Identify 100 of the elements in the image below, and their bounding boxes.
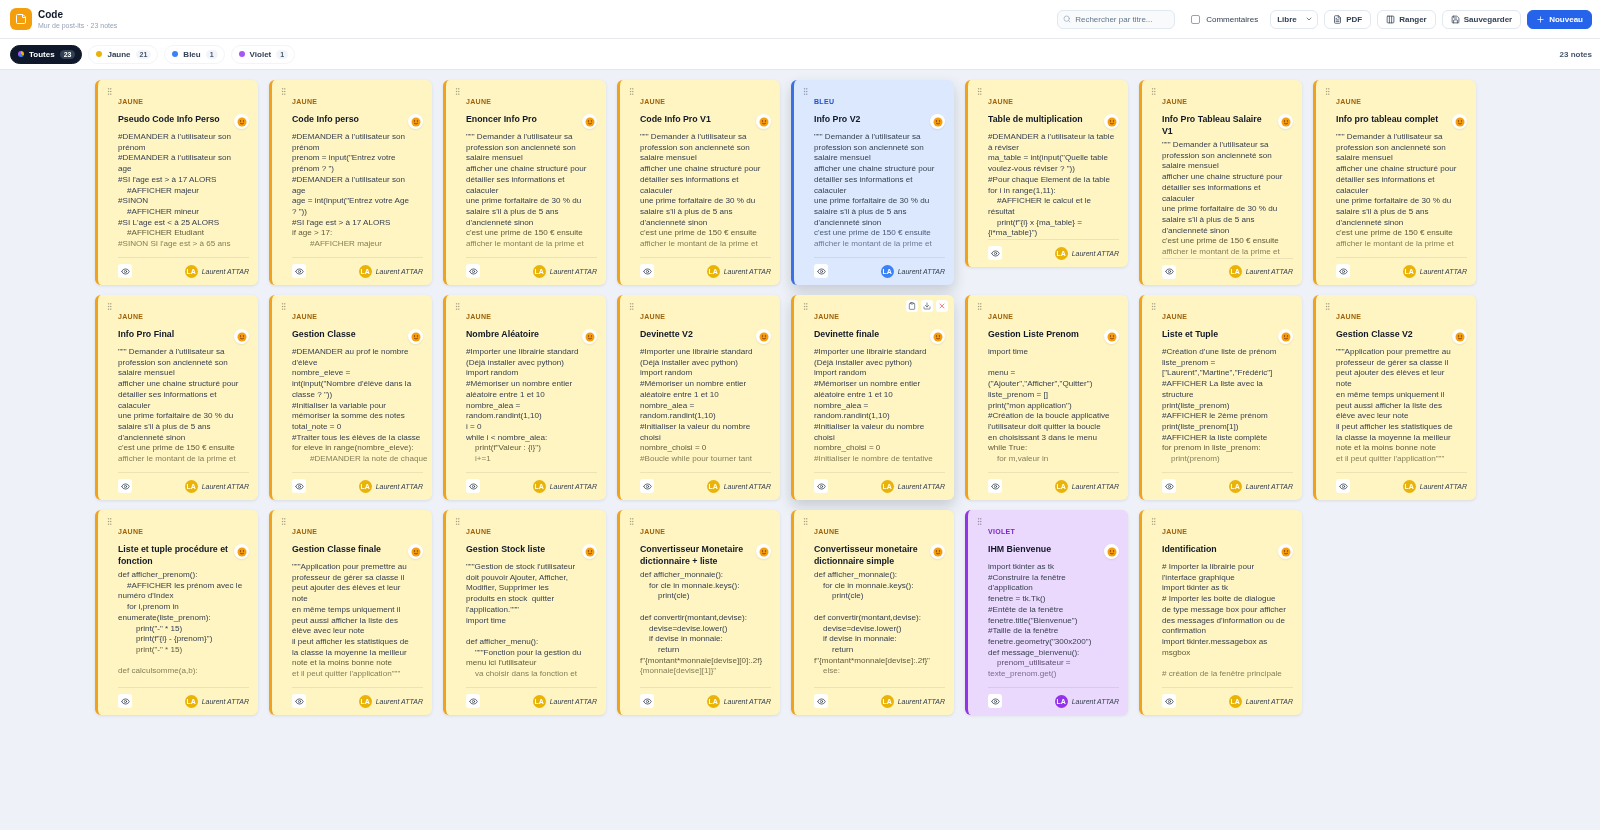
note-card[interactable] bbox=[791, 80, 954, 285]
view-button[interactable] bbox=[1162, 694, 1176, 708]
pdf-button[interactable]: PDF bbox=[1324, 9, 1372, 29]
download-button[interactable] bbox=[921, 300, 933, 312]
search-field[interactable]: Rechercher par titre... bbox=[1057, 9, 1176, 29]
save-button[interactable]: Sauvegarder bbox=[1441, 9, 1522, 29]
grip-icon[interactable] bbox=[975, 87, 984, 96]
reaction-button[interactable] bbox=[930, 329, 945, 344]
reaction-button[interactable] bbox=[234, 544, 249, 559]
grip-icon[interactable] bbox=[975, 302, 984, 311]
note-card[interactable] bbox=[1313, 80, 1476, 285]
new-button[interactable]: Nouveau bbox=[1527, 9, 1592, 29]
grip-icon[interactable] bbox=[105, 87, 114, 96]
grip-icon[interactable] bbox=[453, 302, 462, 311]
grip-icon[interactable] bbox=[1149, 302, 1158, 311]
view-button[interactable] bbox=[640, 264, 654, 278]
note-card[interactable] bbox=[269, 295, 432, 500]
grip-icon[interactable] bbox=[105, 302, 114, 311]
note-card[interactable] bbox=[791, 295, 954, 500]
note-card[interactable] bbox=[617, 80, 780, 285]
view-button[interactable] bbox=[118, 264, 132, 278]
reaction-button[interactable] bbox=[234, 114, 249, 129]
reaction-button[interactable] bbox=[582, 544, 597, 559]
note-card[interactable] bbox=[443, 510, 606, 715]
grip-icon[interactable] bbox=[627, 517, 636, 526]
reaction-button[interactable] bbox=[234, 329, 249, 344]
view-button[interactable] bbox=[814, 694, 828, 708]
grip-icon[interactable] bbox=[1323, 87, 1332, 96]
reaction-button[interactable] bbox=[1104, 544, 1119, 559]
grip-icon[interactable] bbox=[627, 302, 636, 311]
comments-checkbox[interactable] bbox=[1191, 14, 1201, 24]
note-card[interactable] bbox=[95, 295, 258, 500]
grip-icon[interactable] bbox=[1149, 87, 1158, 96]
note-card[interactable] bbox=[1139, 295, 1302, 500]
reaction-button[interactable] bbox=[756, 114, 771, 129]
reaction-button[interactable] bbox=[756, 544, 771, 559]
copy-button[interactable] bbox=[906, 300, 918, 312]
view-button[interactable] bbox=[292, 264, 306, 278]
note-card[interactable] bbox=[791, 510, 954, 715]
note-card[interactable] bbox=[617, 510, 780, 715]
reaction-button[interactable] bbox=[582, 114, 597, 129]
note-card[interactable] bbox=[95, 510, 258, 715]
view-button[interactable] bbox=[1162, 479, 1176, 493]
note-card[interactable] bbox=[443, 295, 606, 500]
grip-icon[interactable] bbox=[105, 517, 114, 526]
note-card[interactable] bbox=[617, 295, 780, 500]
view-button[interactable] bbox=[466, 264, 480, 278]
view-button[interactable] bbox=[640, 694, 654, 708]
reaction-button[interactable] bbox=[1104, 114, 1119, 129]
note-card[interactable] bbox=[1313, 295, 1476, 500]
view-button[interactable] bbox=[292, 694, 306, 708]
view-button[interactable] bbox=[466, 694, 480, 708]
grip-icon[interactable] bbox=[801, 302, 810, 311]
reaction-button[interactable] bbox=[930, 114, 945, 129]
layout-select[interactable]: Libre bbox=[1270, 9, 1319, 29]
reaction-button[interactable] bbox=[1452, 329, 1467, 344]
grip-icon[interactable] bbox=[279, 302, 288, 311]
reaction-button[interactable] bbox=[408, 329, 423, 344]
arrange-button[interactable]: Ranger bbox=[1377, 9, 1436, 29]
note-card[interactable] bbox=[965, 80, 1128, 268]
reaction-button[interactable] bbox=[1278, 114, 1293, 129]
reaction-button[interactable] bbox=[1452, 114, 1467, 129]
note-card[interactable] bbox=[965, 510, 1128, 715]
view-button[interactable] bbox=[640, 479, 654, 493]
view-button[interactable] bbox=[1336, 264, 1350, 278]
view-button[interactable] bbox=[814, 264, 828, 278]
note-card[interactable] bbox=[1139, 510, 1302, 715]
view-button[interactable] bbox=[814, 479, 828, 493]
note-card[interactable] bbox=[269, 80, 432, 285]
note-card[interactable] bbox=[1139, 80, 1302, 285]
grip-icon[interactable] bbox=[453, 87, 462, 96]
grip-icon[interactable] bbox=[627, 87, 636, 96]
grip-icon[interactable] bbox=[279, 87, 288, 96]
reaction-button[interactable] bbox=[756, 329, 771, 344]
grip-icon[interactable] bbox=[1149, 517, 1158, 526]
view-button[interactable] bbox=[118, 694, 132, 708]
grip-icon[interactable] bbox=[801, 87, 810, 96]
view-button[interactable] bbox=[988, 694, 1002, 708]
view-button[interactable] bbox=[292, 479, 306, 493]
note-card[interactable] bbox=[443, 80, 606, 285]
grip-icon[interactable] bbox=[279, 517, 288, 526]
grip-icon[interactable] bbox=[975, 517, 984, 526]
grip-icon[interactable] bbox=[801, 517, 810, 526]
view-button[interactable] bbox=[988, 246, 1002, 261]
view-button[interactable] bbox=[118, 479, 132, 493]
reaction-button[interactable] bbox=[408, 114, 423, 129]
note-card[interactable] bbox=[965, 295, 1128, 500]
view-button[interactable] bbox=[1336, 479, 1350, 493]
reaction-button[interactable] bbox=[582, 329, 597, 344]
reaction-button[interactable] bbox=[1278, 329, 1293, 344]
view-button[interactable] bbox=[466, 479, 480, 493]
grip-icon[interactable] bbox=[1323, 302, 1332, 311]
view-button[interactable] bbox=[988, 479, 1002, 493]
reaction-button[interactable] bbox=[930, 544, 945, 559]
view-button[interactable] bbox=[1162, 264, 1176, 279]
grip-icon[interactable] bbox=[453, 517, 462, 526]
delete-button[interactable] bbox=[936, 300, 948, 312]
reaction-button[interactable] bbox=[1278, 544, 1293, 559]
reaction-button[interactable] bbox=[408, 544, 423, 559]
note-card[interactable] bbox=[95, 80, 258, 285]
